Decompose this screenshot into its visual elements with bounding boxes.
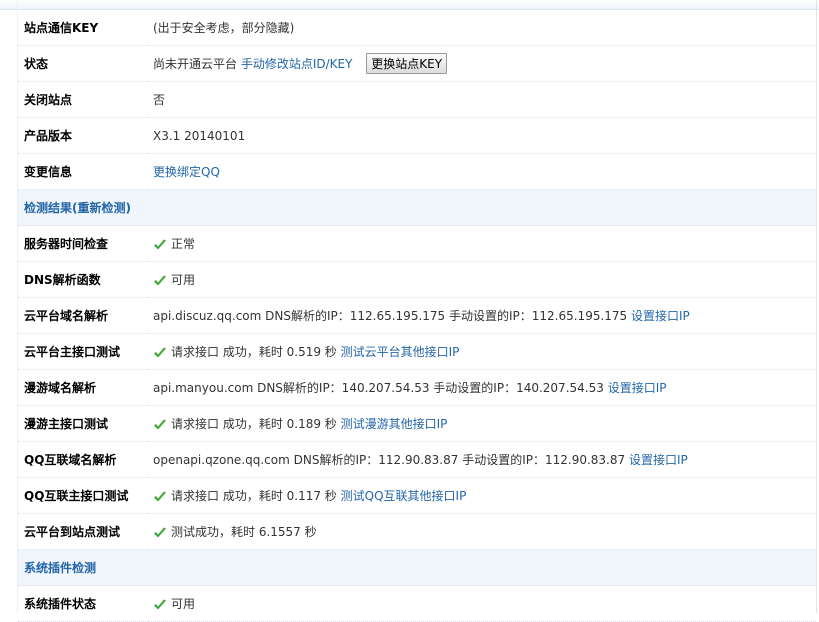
check-status: 正常 xyxy=(171,237,196,251)
check-text: openapi.qzone.qq.com DNS解析的IP：112.90.83.… xyxy=(153,453,626,467)
recheck-link[interactable]: 重新检测 xyxy=(78,201,126,215)
check-icon xyxy=(153,599,167,611)
test-other-ip-link[interactable]: 测试云平台其他接口IP xyxy=(341,345,460,359)
check-icon xyxy=(153,419,167,431)
cloud-status-table: 站点通信KEY (出于安全考虑，部分隐藏) 状态 尚未开通云平台 手动修改站点I… xyxy=(18,10,816,622)
row-version: 产品版本 X3.1 20140101 xyxy=(18,117,816,154)
check-row: 漫游域名解析 api.manyou.com DNS解析的IP：140.207.5… xyxy=(18,369,816,406)
row-label: 漫游域名解析 xyxy=(18,369,148,406)
plugin-row: 系统插件状态 可用 xyxy=(18,585,816,622)
check-row: QQ互联域名解析 openapi.qzone.qq.com DNS解析的IP：1… xyxy=(18,441,816,478)
version-value: X3.1 20140101 xyxy=(148,117,816,154)
check-text: api.manyou.com DNS解析的IP：140.207.54.53 手动… xyxy=(153,381,604,395)
status-text: 尚未开通云平台 xyxy=(153,57,238,71)
row-close-site: 关闭站点 否 xyxy=(18,81,816,118)
check-icon xyxy=(153,491,167,503)
row-label: 关闭站点 xyxy=(18,81,148,118)
rebind-qq-link[interactable]: 更换绑定QQ xyxy=(153,165,220,179)
check-text: 请求接口 成功，耗时 0.519 秒 xyxy=(171,345,337,359)
test-other-ip-link[interactable]: 测试漫游其他接口IP xyxy=(341,417,448,431)
plugin-status: 可用 xyxy=(171,597,196,611)
row-label: 云平台主接口测试 xyxy=(18,333,148,370)
row-label: DNS解析函数 xyxy=(18,261,148,298)
site-key-value: (出于安全考虑，部分隐藏) xyxy=(148,10,816,46)
row-label: 系统插件状态 xyxy=(18,585,148,622)
section-check-results: 检测结果(重新检测) xyxy=(18,189,816,226)
check-row: 云平台到站点测试 测试成功，耗时 6.1557 秒 xyxy=(18,513,816,550)
close-site-value: 否 xyxy=(148,81,816,118)
check-text: 请求接口 成功，耗时 0.189 秒 xyxy=(171,417,337,431)
test-other-ip-link[interactable]: 测试QQ互联其他接口IP xyxy=(341,489,467,503)
row-label: QQ互联域名解析 xyxy=(18,441,148,478)
check-text: 测试成功，耗时 6.1557 秒 xyxy=(171,525,317,539)
check-icon xyxy=(153,527,167,539)
row-label: 变更信息 xyxy=(18,153,148,190)
section-title: 检测结果( xyxy=(24,201,78,215)
check-row: 服务器时间检查 正常 xyxy=(18,225,816,262)
row-label: 云平台到站点测试 xyxy=(18,513,148,550)
check-row: QQ互联主接口测试 请求接口 成功，耗时 0.117 秒 测试QQ互联其他接口I… xyxy=(18,477,816,514)
check-text: api.discuz.qq.com DNS解析的IP：112.65.195.17… xyxy=(153,309,628,323)
row-change-info: 变更信息 更换绑定QQ xyxy=(18,153,816,190)
section-title-close: ) xyxy=(125,201,131,215)
right-divider xyxy=(816,0,817,613)
row-label: 云平台域名解析 xyxy=(18,297,148,334)
check-row: 云平台主接口测试 请求接口 成功，耗时 0.519 秒 测试云平台其他接口IP xyxy=(18,333,816,370)
section-plugin-check: 系统插件检测 xyxy=(18,549,816,586)
check-row: DNS解析函数 可用 xyxy=(18,261,816,298)
row-label: 状态 xyxy=(18,45,148,82)
check-row: 漫游主接口测试 请求接口 成功，耗时 0.189 秒 测试漫游其他接口IP xyxy=(18,405,816,442)
set-ip-link[interactable]: 设置接口IP xyxy=(608,381,667,395)
row-label: 站点通信KEY xyxy=(18,10,148,46)
check-icon xyxy=(153,275,167,287)
check-status: 可用 xyxy=(171,273,196,287)
check-icon xyxy=(153,239,167,251)
row-label: 漫游主接口测试 xyxy=(18,405,148,442)
check-row: 云平台域名解析 api.discuz.qq.com DNS解析的IP：112.6… xyxy=(18,297,816,334)
check-icon xyxy=(153,347,167,359)
row-label: 服务器时间检查 xyxy=(18,225,148,262)
set-ip-link[interactable]: 设置接口IP xyxy=(631,309,690,323)
check-text: 请求接口 成功，耗时 0.117 秒 xyxy=(171,489,337,503)
top-bar xyxy=(0,0,819,10)
edit-site-id-link[interactable]: 手动修改站点ID/KEY xyxy=(241,57,353,71)
row-label: 产品版本 xyxy=(18,117,148,154)
set-ip-link[interactable]: 设置接口IP xyxy=(629,453,688,467)
section-title: 系统插件检测 xyxy=(18,549,816,586)
row-site-key: 站点通信KEY (出于安全考虑，部分隐藏) xyxy=(18,10,816,46)
row-label: QQ互联主接口测试 xyxy=(18,477,148,514)
row-status: 状态 尚未开通云平台 手动修改站点ID/KEY 更换站点KEY xyxy=(18,45,816,82)
change-site-key-button[interactable]: 更换站点KEY xyxy=(366,53,448,74)
